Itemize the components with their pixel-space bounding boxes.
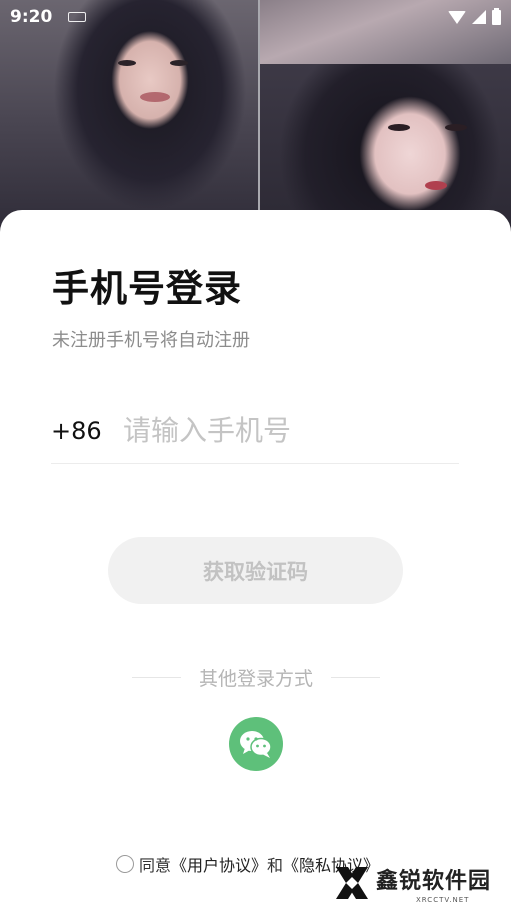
phone-input[interactable] bbox=[123, 414, 443, 447]
divider-line bbox=[331, 676, 381, 678]
status-bar: 9:20 bbox=[0, 0, 511, 34]
watermark-domain: XRCCTV.NET bbox=[416, 895, 470, 904]
photo-detail bbox=[445, 124, 467, 131]
login-card: 手机号登录 未注册手机号将自动注册 +86 获取验证码 其他登录方式 同意 《用… bbox=[0, 210, 511, 910]
battery-icon bbox=[492, 7, 501, 25]
watermark-text: 鑫锐软件园 XRCCTV.NET bbox=[376, 863, 491, 904]
wifi-icon bbox=[448, 10, 466, 24]
page-subtitle: 未注册手机号将自动注册 bbox=[52, 330, 250, 351]
phone-input-row: +86 bbox=[51, 398, 459, 464]
photo-detail bbox=[170, 60, 188, 66]
divider-line bbox=[132, 676, 181, 678]
agreement-checkbox-icon[interactable] bbox=[116, 855, 134, 873]
other-login-label: 其他登录方式 bbox=[199, 667, 314, 690]
watermark-name: 鑫锐软件园 bbox=[376, 868, 492, 894]
photo-detail bbox=[388, 124, 410, 131]
photo-detail bbox=[118, 60, 136, 66]
agreement-and: 和 bbox=[267, 856, 284, 875]
watermark-logo-icon bbox=[336, 867, 368, 899]
country-code[interactable]: +86 bbox=[51, 417, 123, 445]
user-agreement-link[interactable]: 《用户协议》 bbox=[171, 852, 267, 876]
photo-detail bbox=[140, 92, 170, 102]
keyboard-icon bbox=[68, 12, 87, 22]
signal-icon bbox=[472, 10, 486, 24]
other-login-divider: 其他登录方式 bbox=[132, 665, 381, 690]
status-icons bbox=[448, 7, 501, 25]
profile-photo-left bbox=[0, 0, 258, 240]
get-code-button[interactable]: 获取验证码 bbox=[108, 537, 403, 604]
wechat-icon bbox=[240, 731, 272, 758]
agreement-prefix: 同意 bbox=[139, 856, 172, 875]
status-time: 9:20 bbox=[10, 7, 53, 27]
watermark: 鑫锐软件园 XRCCTV.NET bbox=[332, 860, 502, 906]
header-photo-collage bbox=[0, 0, 511, 240]
page-title: 手机号登录 bbox=[52, 267, 242, 310]
wechat-login-button[interactable] bbox=[229, 717, 283, 771]
photo-detail bbox=[425, 181, 447, 190]
